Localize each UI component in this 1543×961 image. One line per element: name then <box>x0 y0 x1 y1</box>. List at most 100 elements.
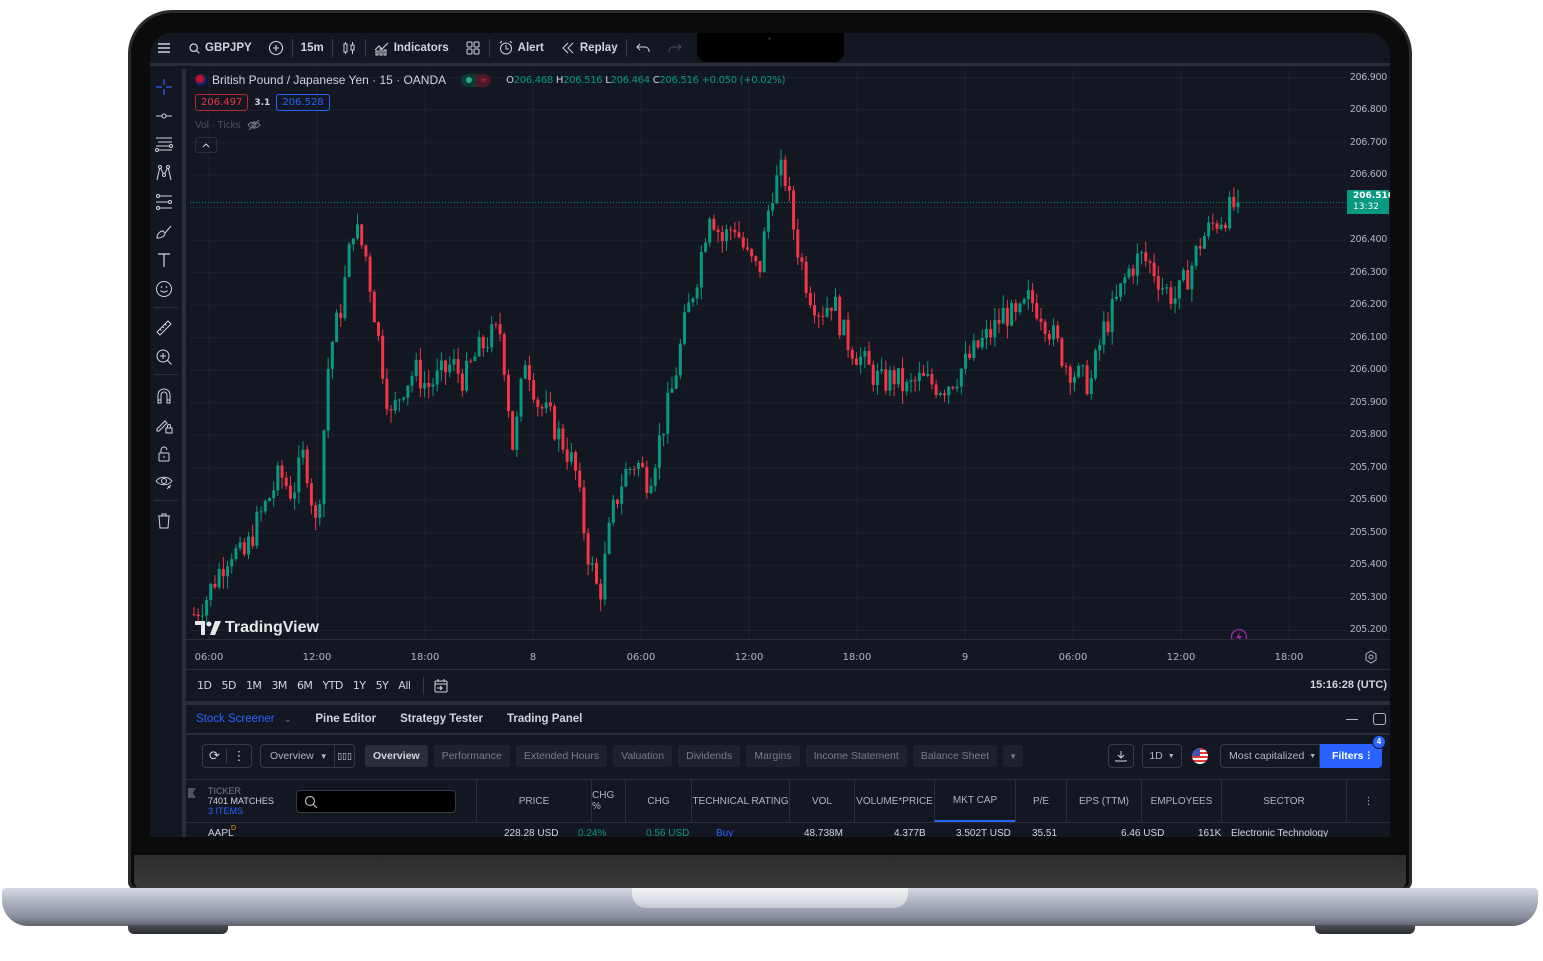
refresh-icon[interactable]: ⟳ <box>203 748 228 764</box>
tab-strategy-tester[interactable]: Strategy Tester <box>400 713 483 725</box>
category-performance[interactable]: Performance <box>433 745 510 767</box>
candle-body <box>683 312 687 344</box>
range-5y[interactable]: 5Y <box>371 679 394 692</box>
category-extended-hours[interactable]: Extended Hours <box>515 745 608 767</box>
sell-button[interactable]: 206.497 <box>195 94 249 111</box>
sort-dropdown[interactable]: Most capitalized ▼ <box>1220 744 1320 768</box>
eye-off-icon[interactable] <box>246 119 261 131</box>
column-chg-[interactable]: CHG % <box>591 780 625 822</box>
column-mkt-cap[interactable]: MKT CAP <box>934 780 1015 822</box>
category-overview[interactable]: Overview <box>365 745 428 767</box>
column-p-e[interactable]: P/E <box>1015 780 1066 822</box>
category-margins[interactable]: Margins <box>746 745 800 767</box>
tab-stock-screener[interactable]: Stock Screener ⌄ <box>196 713 291 725</box>
range-6m[interactable]: 6M <box>292 679 318 692</box>
column-settings-button[interactable]: ⋮ <box>1346 780 1390 822</box>
menu-button[interactable] <box>150 33 180 65</box>
screen-preset-dropdown[interactable]: Overview ▼ ▯▯▯ <box>260 744 355 768</box>
zoom-in-icon[interactable] <box>154 347 174 367</box>
time-scale[interactable]: 06:00 12:00 18:00 8 06:00 12:00 18:00 9 06:00 12:… <box>186 639 1390 669</box>
us-flag-icon[interactable] <box>1192 748 1208 764</box>
more-categories-button[interactable]: ▼ <box>1003 745 1024 767</box>
bid-ask: 206.497 3.1 206.528 <box>195 94 330 111</box>
filters-button[interactable]: Filters ⫶ 4 <box>1320 735 1386 768</box>
clock[interactable]: 15:16:28 (UTC) <box>1310 679 1387 691</box>
more-vertical-icon[interactable]: ⋮ <box>227 748 251 764</box>
undo-button[interactable] <box>627 33 659 65</box>
crosshair-icon[interactable] <box>154 77 174 97</box>
range-ytd[interactable]: YTD <box>317 679 347 692</box>
alert-button[interactable]: Alert <box>490 33 552 65</box>
market-status[interactable]: ≈ <box>461 73 492 87</box>
column-price[interactable]: PRICE <box>476 780 591 822</box>
ticker-search-input[interactable] <box>296 790 456 813</box>
trash-icon[interactable] <box>154 511 174 531</box>
candle-body <box>1144 252 1148 262</box>
columns-icon[interactable]: ▯▯▯ <box>334 745 354 767</box>
redo-button[interactable] <box>659 33 691 65</box>
collapse-legend-button[interactable] <box>195 137 217 153</box>
buy-button[interactable]: 206.528 <box>276 94 330 111</box>
text-icon[interactable] <box>154 250 174 270</box>
candle <box>896 368 900 389</box>
range-1y[interactable]: 1Y <box>348 679 371 692</box>
column-employees[interactable]: EMPLOYEES <box>1141 780 1221 822</box>
export-button[interactable] <box>1108 744 1134 768</box>
eye-icon[interactable] <box>154 472 174 492</box>
column-vol[interactable]: VOL <box>789 780 854 822</box>
fib-icon[interactable] <box>154 134 174 154</box>
goto-date-icon[interactable] <box>432 677 450 695</box>
tab-pine-editor[interactable]: Pine Editor <box>315 713 376 725</box>
category-valuation[interactable]: Valuation <box>613 745 673 767</box>
symbol-search-button[interactable]: GBPJPY <box>180 33 260 65</box>
range-1d[interactable]: 1D <box>192 679 216 692</box>
minimize-panel-button[interactable] <box>1346 719 1358 720</box>
horizontal-line-icon[interactable] <box>154 106 174 126</box>
range-all[interactable]: All <box>393 679 415 692</box>
candle-body <box>578 470 582 488</box>
candle-body <box>200 615 204 617</box>
delay-icon: ≈ <box>476 73 492 87</box>
maximize-panel-button[interactable] <box>1373 713 1386 725</box>
layouts-icon <box>466 41 480 55</box>
interval-button[interactable]: 15m <box>293 33 332 65</box>
range-3m[interactable]: 3M <box>266 679 292 692</box>
price-scale[interactable]: 206.900206.800206.700206.600206.500206.4… <box>1347 69 1390 639</box>
column-volume-price[interactable]: VOLUME*PRICE <box>854 780 934 822</box>
candle-body <box>288 485 292 499</box>
flag-column-icon[interactable] <box>188 788 196 798</box>
tab-trading-panel[interactable]: Trading Panel <box>507 713 582 725</box>
category-balance-sheet[interactable]: Balance Sheet <box>912 745 998 767</box>
emoji-icon[interactable] <box>154 279 174 299</box>
range-1m[interactable]: 1M <box>241 679 267 692</box>
column-eps-ttm-[interactable]: EPS (TTM) <box>1066 780 1141 822</box>
pattern-icon[interactable] <box>154 163 174 183</box>
layouts-button[interactable] <box>457 33 489 65</box>
lock-drawing-icon[interactable] <box>154 415 174 435</box>
indicators-button[interactable]: Indicators <box>366 33 457 65</box>
ruler-icon[interactable] <box>154 318 174 338</box>
candlestick-chart[interactable] <box>190 69 1347 639</box>
brush-icon[interactable] <box>154 221 174 241</box>
candle <box>1148 258 1152 274</box>
ticker-header[interactable]: TICKER 7401 MATCHES 3 ITEMS <box>208 786 274 816</box>
lock-icon[interactable] <box>154 444 174 464</box>
category-income-statement[interactable]: Income Statement <box>805 745 907 767</box>
interval-dropdown[interactable]: 1D ▼ <box>1142 744 1182 768</box>
settings-icon[interactable] <box>1364 650 1378 664</box>
projection-icon[interactable] <box>154 192 174 212</box>
category-dividends[interactable]: Dividends <box>678 745 741 767</box>
candle-body <box>745 247 749 250</box>
column-technical-rating[interactable]: TECHNICAL RATING <box>691 780 789 822</box>
compare-symbol-button[interactable] <box>260 33 292 65</box>
column-sector[interactable]: SECTOR <box>1221 780 1346 822</box>
candle <box>506 369 510 418</box>
candle <box>829 307 833 321</box>
table-row[interactable]: AAPL D 228.28 USD 0.24% 0.56 USD Buy 48.738M 4.… <box>186 825 1390 837</box>
magnet-icon[interactable] <box>154 386 174 406</box>
range-5d[interactable]: 5D <box>216 679 240 692</box>
column-chg[interactable]: CHG <box>625 780 691 822</box>
candle-body <box>1165 287 1169 289</box>
replay-button[interactable]: Replay <box>552 33 626 65</box>
chart-type-button[interactable] <box>333 33 365 65</box>
